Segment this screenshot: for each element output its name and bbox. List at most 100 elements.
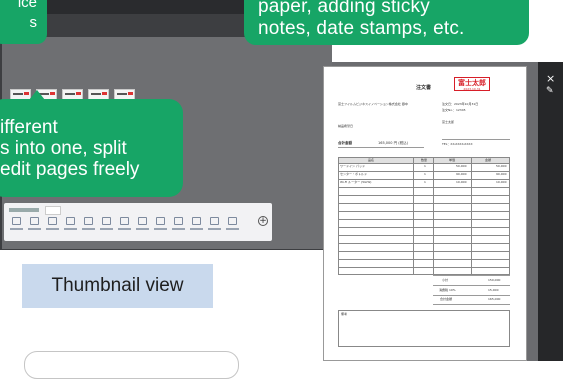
toolbar-tool-icon[interactable] [30, 217, 39, 225]
remarks-label: 備考 [341, 312, 348, 316]
table-cell: 1 [424, 164, 426, 168]
table-rule [338, 179, 510, 180]
toolbar-title [9, 208, 39, 212]
table-cell: 50,000 [456, 164, 467, 168]
table-rule [338, 157, 510, 158]
callout-top-left: ice s [0, 0, 47, 44]
callout-line: ifferent [0, 117, 58, 138]
toolbar-tool-icon[interactable] [66, 217, 75, 225]
table-col-rule [509, 157, 510, 275]
addressee: 富士フイルムビジネスイノベーション株式会社 御中 [338, 102, 408, 106]
totals-value: 165,000 [488, 297, 501, 301]
totals-value: 15,000 [488, 288, 499, 292]
table-col-rule [413, 157, 414, 275]
table-rule [338, 163, 510, 164]
table-header: 金額 [485, 157, 492, 162]
table-header: 品名 [368, 157, 375, 162]
callout-middle: ifferent s into one, split edit pages free… [0, 99, 183, 197]
toolbar-tool-label [82, 228, 95, 230]
table-cell: Wi-Fi ルーター (5GHz) [340, 180, 372, 184]
bottom-label-pill [24, 351, 239, 379]
callout-line: ice [17, 0, 37, 11]
table-rule [338, 195, 510, 196]
table-cell: 1 [424, 180, 426, 184]
order-table: 品名 数量 単価 金額 ワードイン パッド 1 50,000 50,000 セン… [338, 157, 510, 275]
table-rule [338, 235, 510, 236]
totals-label: 小計 [442, 278, 449, 282]
table-col-rule [338, 157, 339, 275]
toolbar-tool-label [46, 228, 59, 230]
callout-line: notes, date stamps, etc. [258, 18, 465, 39]
callout-line: paper, adding sticky [258, 0, 430, 17]
close-icon[interactable]: × [546, 72, 555, 85]
table-header: 単価 [449, 157, 456, 162]
table-rule [338, 227, 510, 228]
remarks-box: 備考 [338, 310, 510, 347]
table-cell: 90,000 [496, 172, 507, 176]
toolbar-tool-icon[interactable] [174, 217, 183, 225]
table-rule [338, 259, 510, 260]
toolbar-tool-label [100, 228, 113, 230]
callout-line: edit pages freely [0, 159, 140, 180]
table-rule [338, 171, 510, 172]
viewer-side-bar [538, 62, 563, 361]
order-number: 注文No.：12345 [442, 108, 466, 112]
callout-line: s into one, split [0, 138, 127, 159]
table-cell: 10,000 [496, 180, 507, 184]
totals-value: 150,000 [488, 278, 501, 282]
totals-box: 小計 150,000 消費税 10% 15,000 合計金額 165,000 [433, 275, 510, 305]
total-underline [338, 147, 424, 148]
toolbar-tool-label [226, 228, 239, 230]
totals-label: 合計金額 [440, 297, 453, 301]
toolbar-tool-label [190, 228, 203, 230]
table-rule [338, 243, 510, 244]
document-title: 注文書 [416, 85, 432, 91]
callout-line: s [29, 14, 38, 31]
toolbar-tool-label [136, 228, 149, 230]
toolbar-tool-label [154, 228, 167, 230]
toolbar-tool-icon[interactable] [138, 217, 147, 225]
totals-rule [433, 285, 510, 286]
totals-rule [433, 295, 510, 296]
table-rule [338, 211, 510, 212]
table-rule [338, 267, 510, 268]
toolbar-tool-label [64, 228, 77, 230]
table-header: 数量 [421, 157, 428, 162]
table-cell: ワードイン パッド [340, 164, 365, 168]
toolbar-tool-label [10, 228, 23, 230]
toolbar-tool-icon[interactable] [210, 217, 219, 225]
pen-icon[interactable]: ✎ [546, 86, 554, 96]
toolbar-tool-icon[interactable] [120, 217, 129, 225]
toolbar-tool-icon[interactable] [102, 217, 111, 225]
toolbar-tool-label [208, 228, 221, 230]
date-stamp[interactable]: 富士太郎 2023.10.31 [454, 77, 490, 91]
table-rule [338, 187, 510, 188]
stamp-name: 富士太郎 [458, 79, 486, 87]
table-cell: 10,000 [456, 180, 467, 184]
table-cell: 50,000 [496, 164, 507, 168]
order-date: 注文日：2023年10月31日 [442, 102, 479, 106]
sender-phone: TEL：XX-XXXX-XXXX [442, 142, 473, 146]
add-page-plus-icon[interactable]: + [258, 216, 268, 226]
toolbar-tab[interactable] [45, 206, 61, 215]
table-col-rule [433, 157, 434, 275]
table-cell: 90,000 [456, 172, 467, 176]
toolbar-tool-icon[interactable] [48, 217, 57, 225]
toolbar-tool-icon[interactable] [228, 217, 237, 225]
delivery-date-label: 納品希望日 [338, 124, 354, 128]
toolbar-tool-icon[interactable] [156, 217, 165, 225]
table-col-rule [471, 157, 472, 275]
table-cell: 1 [424, 172, 426, 176]
document-page[interactable]: 注文書 富士太郎 2023.10.31 富士フイルムビジネスイノベーション株式会… [323, 66, 527, 361]
totals-rule [433, 304, 510, 305]
toolbar-tool-label [118, 228, 131, 230]
toolbar-tool-icon[interactable] [12, 217, 21, 225]
toolbar-tool-icon[interactable] [84, 217, 93, 225]
totals-rule [433, 275, 510, 276]
table-rule [338, 219, 510, 220]
table-rule [338, 203, 510, 204]
sender-divider [442, 139, 510, 140]
toolbar-tool-icon[interactable] [192, 217, 201, 225]
totals-label: 消費税 10% [439, 288, 456, 292]
table-rule [338, 251, 510, 252]
